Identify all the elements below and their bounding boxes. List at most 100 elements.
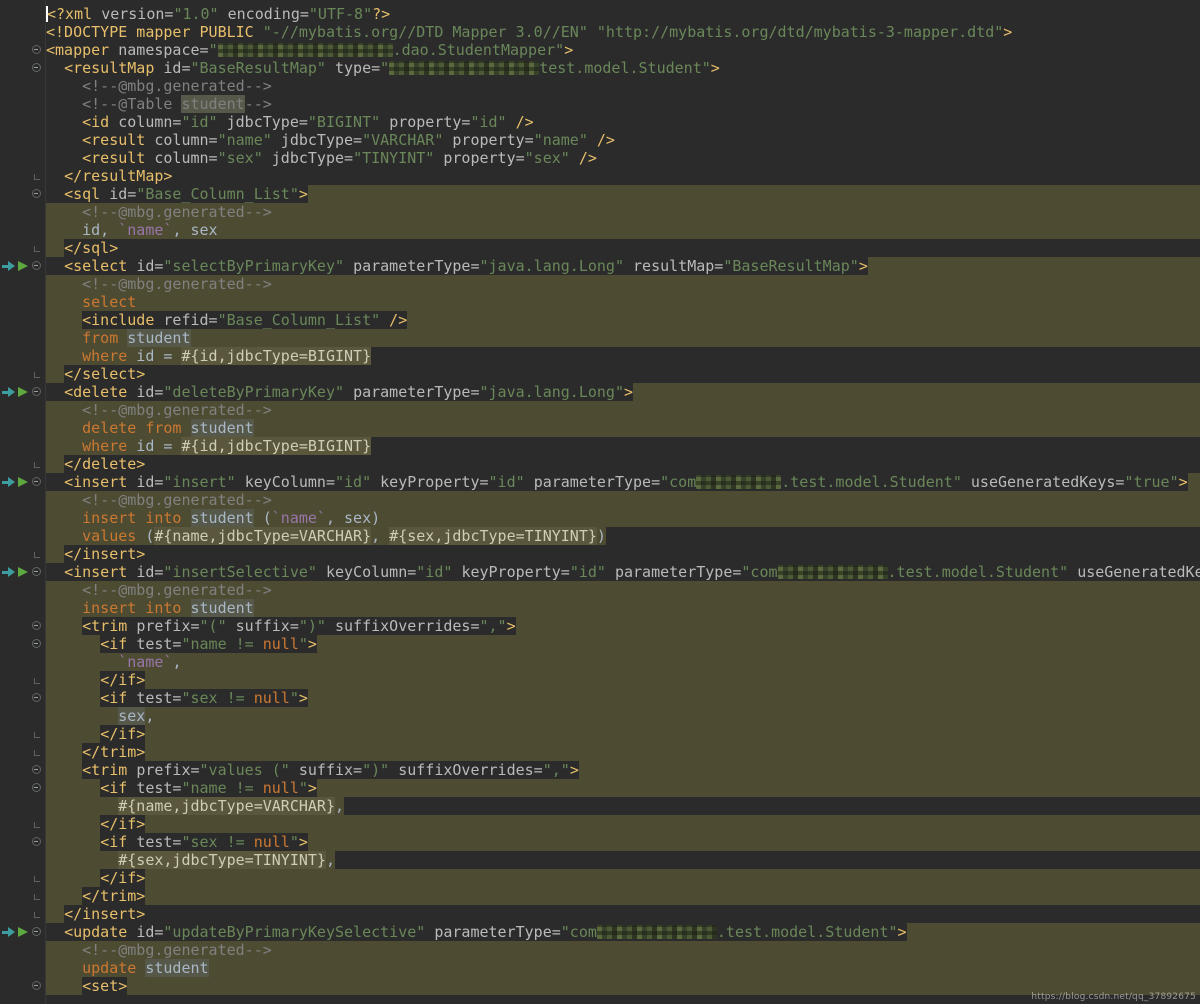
code-line[interactable]: <delete id="deleteByPrimaryKey" paramete… [0, 383, 1200, 401]
code-line[interactable]: select [0, 293, 1200, 311]
code-line[interactable]: </trim> [0, 887, 1200, 905]
code-line[interactable]: <!--@mbg.generated--> [0, 491, 1200, 509]
code-line[interactable]: id, `name`, sex [0, 221, 1200, 239]
code-line[interactable]: </delete> [0, 455, 1200, 473]
code-line[interactable]: <if test="sex != null"> [0, 833, 1200, 851]
code-line[interactable]: <set> [0, 977, 1200, 995]
code-line[interactable]: <!--@mbg.generated--> [0, 203, 1200, 221]
fold-collapse-icon[interactable] [32, 639, 41, 648]
fold-end-icon[interactable] [34, 732, 40, 738]
fold-collapse-icon[interactable] [32, 63, 41, 72]
code-line[interactable]: <id column="id" jdbcType="BIGINT" proper… [0, 113, 1200, 131]
code-line[interactable]: <result column="sex" jdbcType="TINYINT" … [0, 149, 1200, 167]
fold-collapse-icon[interactable] [32, 387, 41, 396]
line-fill [606, 527, 1200, 545]
code-line[interactable]: <trim prefix="values (" suffix=")" suffi… [0, 761, 1200, 779]
code-line[interactable]: <if test="name != null"> [0, 779, 1200, 797]
code-line[interactable]: sex, [0, 707, 1200, 725]
run-statement-icon[interactable] [18, 567, 28, 577]
code-line[interactable]: <resultMap id="BaseResultMap" type="test… [0, 59, 1200, 77]
fold-collapse-icon[interactable] [32, 981, 41, 990]
code-line[interactable]: <insert id="insert" keyColumn="id" keyPr… [0, 473, 1200, 491]
syntax-token: "id" [489, 473, 534, 491]
fold-end-icon[interactable] [34, 372, 40, 378]
fold-end-icon[interactable] [34, 876, 40, 882]
code-line[interactable]: from student [0, 329, 1200, 347]
code-text: </trim> [46, 743, 145, 761]
code-line[interactable]: </resultMap> [0, 167, 1200, 185]
fold-collapse-icon[interactable] [32, 927, 41, 936]
code-line[interactable]: insert into student [0, 599, 1200, 617]
code-line[interactable]: <sql id="Base_Column_List"> [0, 185, 1200, 203]
code-line[interactable]: delete from student [0, 419, 1200, 437]
syntax-token [46, 977, 82, 995]
mybatis-nav-icon[interactable] [2, 261, 15, 271]
code-line[interactable]: <select id="selectByPrimaryKey" paramete… [0, 257, 1200, 275]
code-line[interactable]: </insert> [0, 905, 1200, 923]
run-statement-icon[interactable] [18, 261, 28, 271]
code-line[interactable]: <include refid="Base_Column_List" /> [0, 311, 1200, 329]
mybatis-nav-icon[interactable] [2, 927, 15, 937]
code-line[interactable]: #{sex,jdbcType=TINYINT}, [0, 851, 1200, 869]
code-line[interactable]: <!--@mbg.generated--> [0, 401, 1200, 419]
code-line[interactable]: <!--@Table student--> [0, 95, 1200, 113]
fold-end-icon[interactable] [34, 678, 40, 684]
code-line[interactable]: update student [0, 959, 1200, 977]
mybatis-nav-icon[interactable] [2, 567, 15, 577]
code-line[interactable]: insert into student (`name`, sex) [0, 509, 1200, 527]
code-line[interactable]: <trim prefix="(" suffix=")" suffixOverri… [0, 617, 1200, 635]
fold-collapse-icon[interactable] [32, 783, 41, 792]
code-editor[interactable]: <?xml version="1.0" encoding="UTF-8"?><!… [0, 0, 1200, 1004]
code-line[interactable]: </trim> [0, 743, 1200, 761]
code-line[interactable]: <mapper namespace=".dao.StudentMapper"> [0, 41, 1200, 59]
fold-collapse-icon[interactable] [32, 477, 41, 486]
mybatis-nav-icon[interactable] [2, 477, 15, 487]
fold-end-icon[interactable] [34, 912, 40, 918]
code-line[interactable]: </if> [0, 671, 1200, 689]
fold-end-icon[interactable] [34, 750, 40, 756]
fold-end-icon[interactable] [34, 462, 40, 468]
fold-end-icon[interactable] [34, 552, 40, 558]
code-line[interactable]: #{name,jdbcType=VARCHAR}, [0, 797, 1200, 815]
code-line[interactable]: <result column="name" jdbcType="VARCHAR"… [0, 131, 1200, 149]
mybatis-nav-icon[interactable] [2, 387, 15, 397]
code-line[interactable]: </sql> [0, 239, 1200, 257]
fold-collapse-icon[interactable] [32, 189, 41, 198]
code-line[interactable]: </insert> [0, 545, 1200, 563]
fold-collapse-icon[interactable] [32, 261, 41, 270]
syntax-token [46, 131, 82, 149]
code-line[interactable]: where id = #{id,jdbcType=BIGINT} [0, 437, 1200, 455]
code-line[interactable]: <update id="updateByPrimaryKeySelective"… [0, 923, 1200, 941]
code-line[interactable]: <!DOCTYPE mapper PUBLIC "-//mybatis.org/… [0, 23, 1200, 41]
run-statement-icon[interactable] [18, 477, 28, 487]
fold-collapse-icon[interactable] [32, 621, 41, 630]
fold-collapse-icon[interactable] [32, 693, 41, 702]
code-line[interactable]: <if test="sex != null"> [0, 689, 1200, 707]
fold-collapse-icon[interactable] [32, 45, 41, 54]
code-line[interactable]: where id = #{id,jdbcType=BIGINT} [0, 347, 1200, 365]
code-line[interactable]: values (#{name,jdbcType=VARCHAR}, #{sex,… [0, 527, 1200, 545]
syntax-token: id= [136, 257, 163, 275]
fold-collapse-icon[interactable] [32, 765, 41, 774]
fold-end-icon[interactable] [34, 822, 40, 828]
code-line[interactable]: </if> [0, 725, 1200, 743]
code-line[interactable]: <insert id="insertSelective" keyColumn="… [0, 563, 1200, 581]
syntax-token: > [624, 383, 633, 401]
fold-collapse-icon[interactable] [32, 837, 41, 846]
code-line[interactable]: <!--@mbg.generated--> [0, 77, 1200, 95]
code-line[interactable]: </if> [0, 815, 1200, 833]
run-statement-icon[interactable] [18, 927, 28, 937]
code-line[interactable]: <!--@mbg.generated--> [0, 941, 1200, 959]
fold-end-icon[interactable] [34, 894, 40, 900]
code-line[interactable]: <!--@mbg.generated--> [0, 581, 1200, 599]
fold-collapse-icon[interactable] [32, 567, 41, 576]
code-line[interactable]: <!--@mbg.generated--> [0, 275, 1200, 293]
code-line[interactable]: <?xml version="1.0" encoding="UTF-8"?> [0, 5, 1200, 23]
fold-end-icon[interactable] [34, 174, 40, 180]
code-line[interactable]: </if> [0, 869, 1200, 887]
code-line[interactable]: </select> [0, 365, 1200, 383]
code-line[interactable]: `name`, [0, 653, 1200, 671]
fold-end-icon[interactable] [34, 246, 40, 252]
run-statement-icon[interactable] [18, 387, 28, 397]
code-line[interactable]: <if test="name != null"> [0, 635, 1200, 653]
